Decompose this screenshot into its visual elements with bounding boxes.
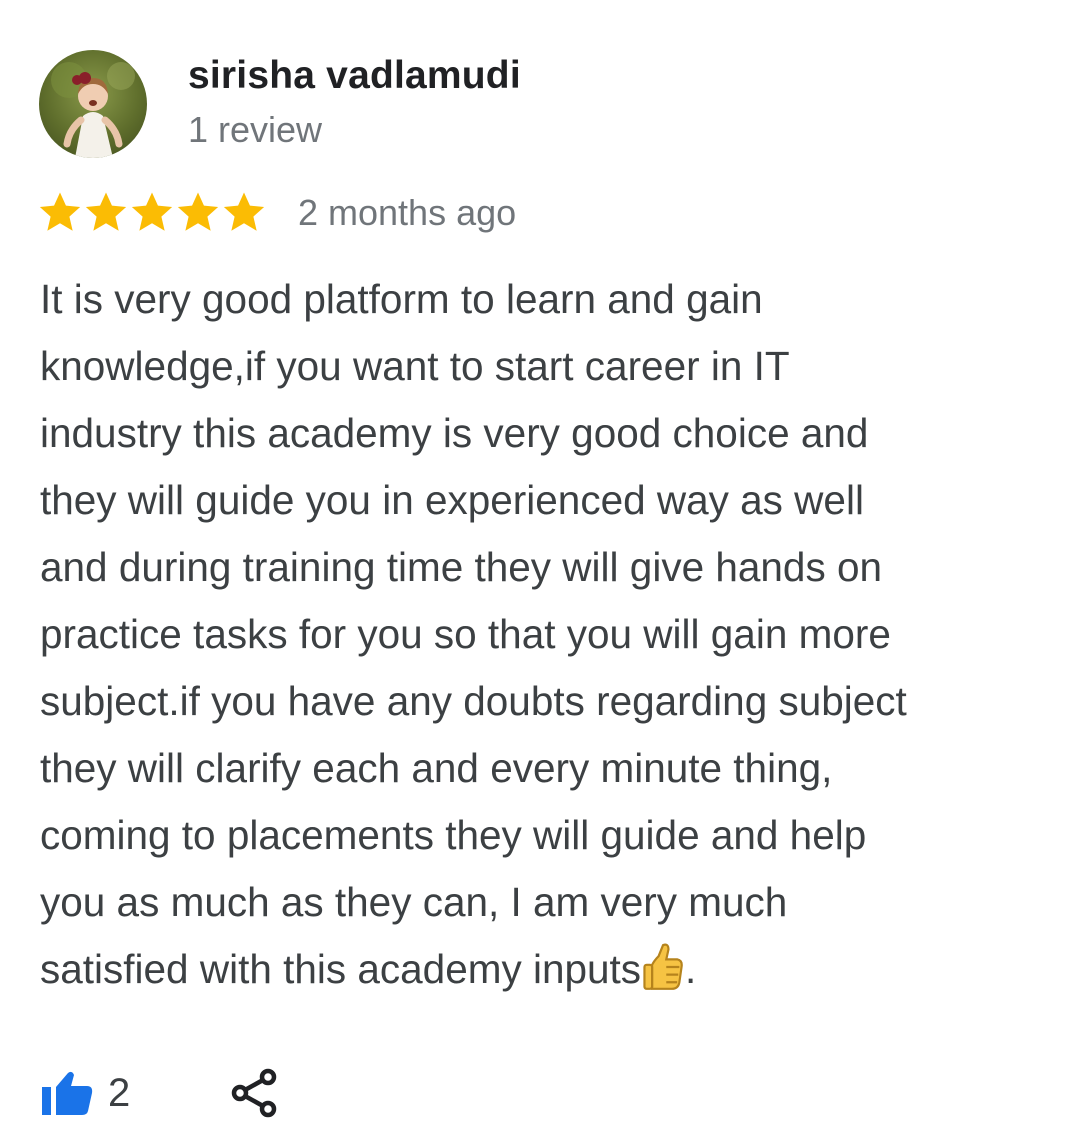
review-line-text: they will guide you in experienced way a… (40, 477, 864, 523)
review-line-text: they will clarify each and every minute … (40, 745, 833, 791)
thumbs-up-emoji-icon (643, 943, 683, 990)
review-trailing-punctuation: . (685, 946, 697, 992)
review-text-line: subject.if you have any doubts regarding… (40, 668, 1060, 735)
review-text-line: knowledge,if you want to start career in… (40, 333, 1060, 400)
review-text-line: satisfied with this academy inputs. (40, 936, 1060, 1003)
avatar-photo (51, 62, 135, 158)
review-line-text: knowledge,if you want to start career in… (40, 343, 790, 389)
review-text-line: you as much as they can, I am very much (40, 869, 1060, 936)
reviewer-avatar[interactable] (39, 50, 147, 158)
review-line-text: and during training time they will give … (40, 544, 882, 590)
reviewer-name[interactable]: sirisha vadlamudi (188, 54, 521, 98)
review-line-text: subject.if you have any doubts regarding… (40, 678, 907, 724)
like-count: 2 (108, 1070, 131, 1115)
review-text-line: and during training time they will give … (40, 534, 1060, 601)
review-text-line: they will guide you in experienced way a… (40, 467, 1060, 534)
star-icon (223, 192, 265, 231)
review-line-text: you as much as they can, I am very much (40, 879, 788, 925)
review-line-text: It is very good platform to learn and ga… (40, 276, 763, 322)
star-icon (131, 192, 173, 231)
review-line-text: practice tasks for you so that you will … (40, 611, 891, 657)
share-button[interactable] (230, 1068, 278, 1118)
review-text-line: they will clarify each and every minute … (40, 735, 1060, 802)
review-line-text: industry this academy is very good choic… (40, 410, 869, 456)
star-rating (37, 188, 267, 236)
like-button[interactable]: 2 (40, 1069, 130, 1117)
review-date: 2 months ago (298, 192, 517, 233)
review-text: It is very good platform to learn and ga… (40, 266, 1060, 1003)
star-icon (177, 192, 219, 231)
star-icon (39, 192, 81, 231)
review-text-line: coming to placements they will guide and… (40, 802, 1060, 869)
review-count: 1 review (188, 109, 323, 150)
share-icon (232, 1068, 277, 1118)
review-text-line: It is very good platform to learn and ga… (40, 266, 1060, 333)
review-line-text: satisfied with this academy inputs (40, 946, 642, 992)
review-text-line: industry this academy is very good choic… (40, 400, 1060, 467)
review-actions: 2 (40, 1060, 278, 1126)
thumbs-up-icon (42, 1071, 93, 1115)
star-icon (85, 192, 127, 231)
review-text-line: practice tasks for you so that you will … (40, 601, 1060, 668)
review-line-text: coming to placements they will guide and… (40, 812, 867, 858)
